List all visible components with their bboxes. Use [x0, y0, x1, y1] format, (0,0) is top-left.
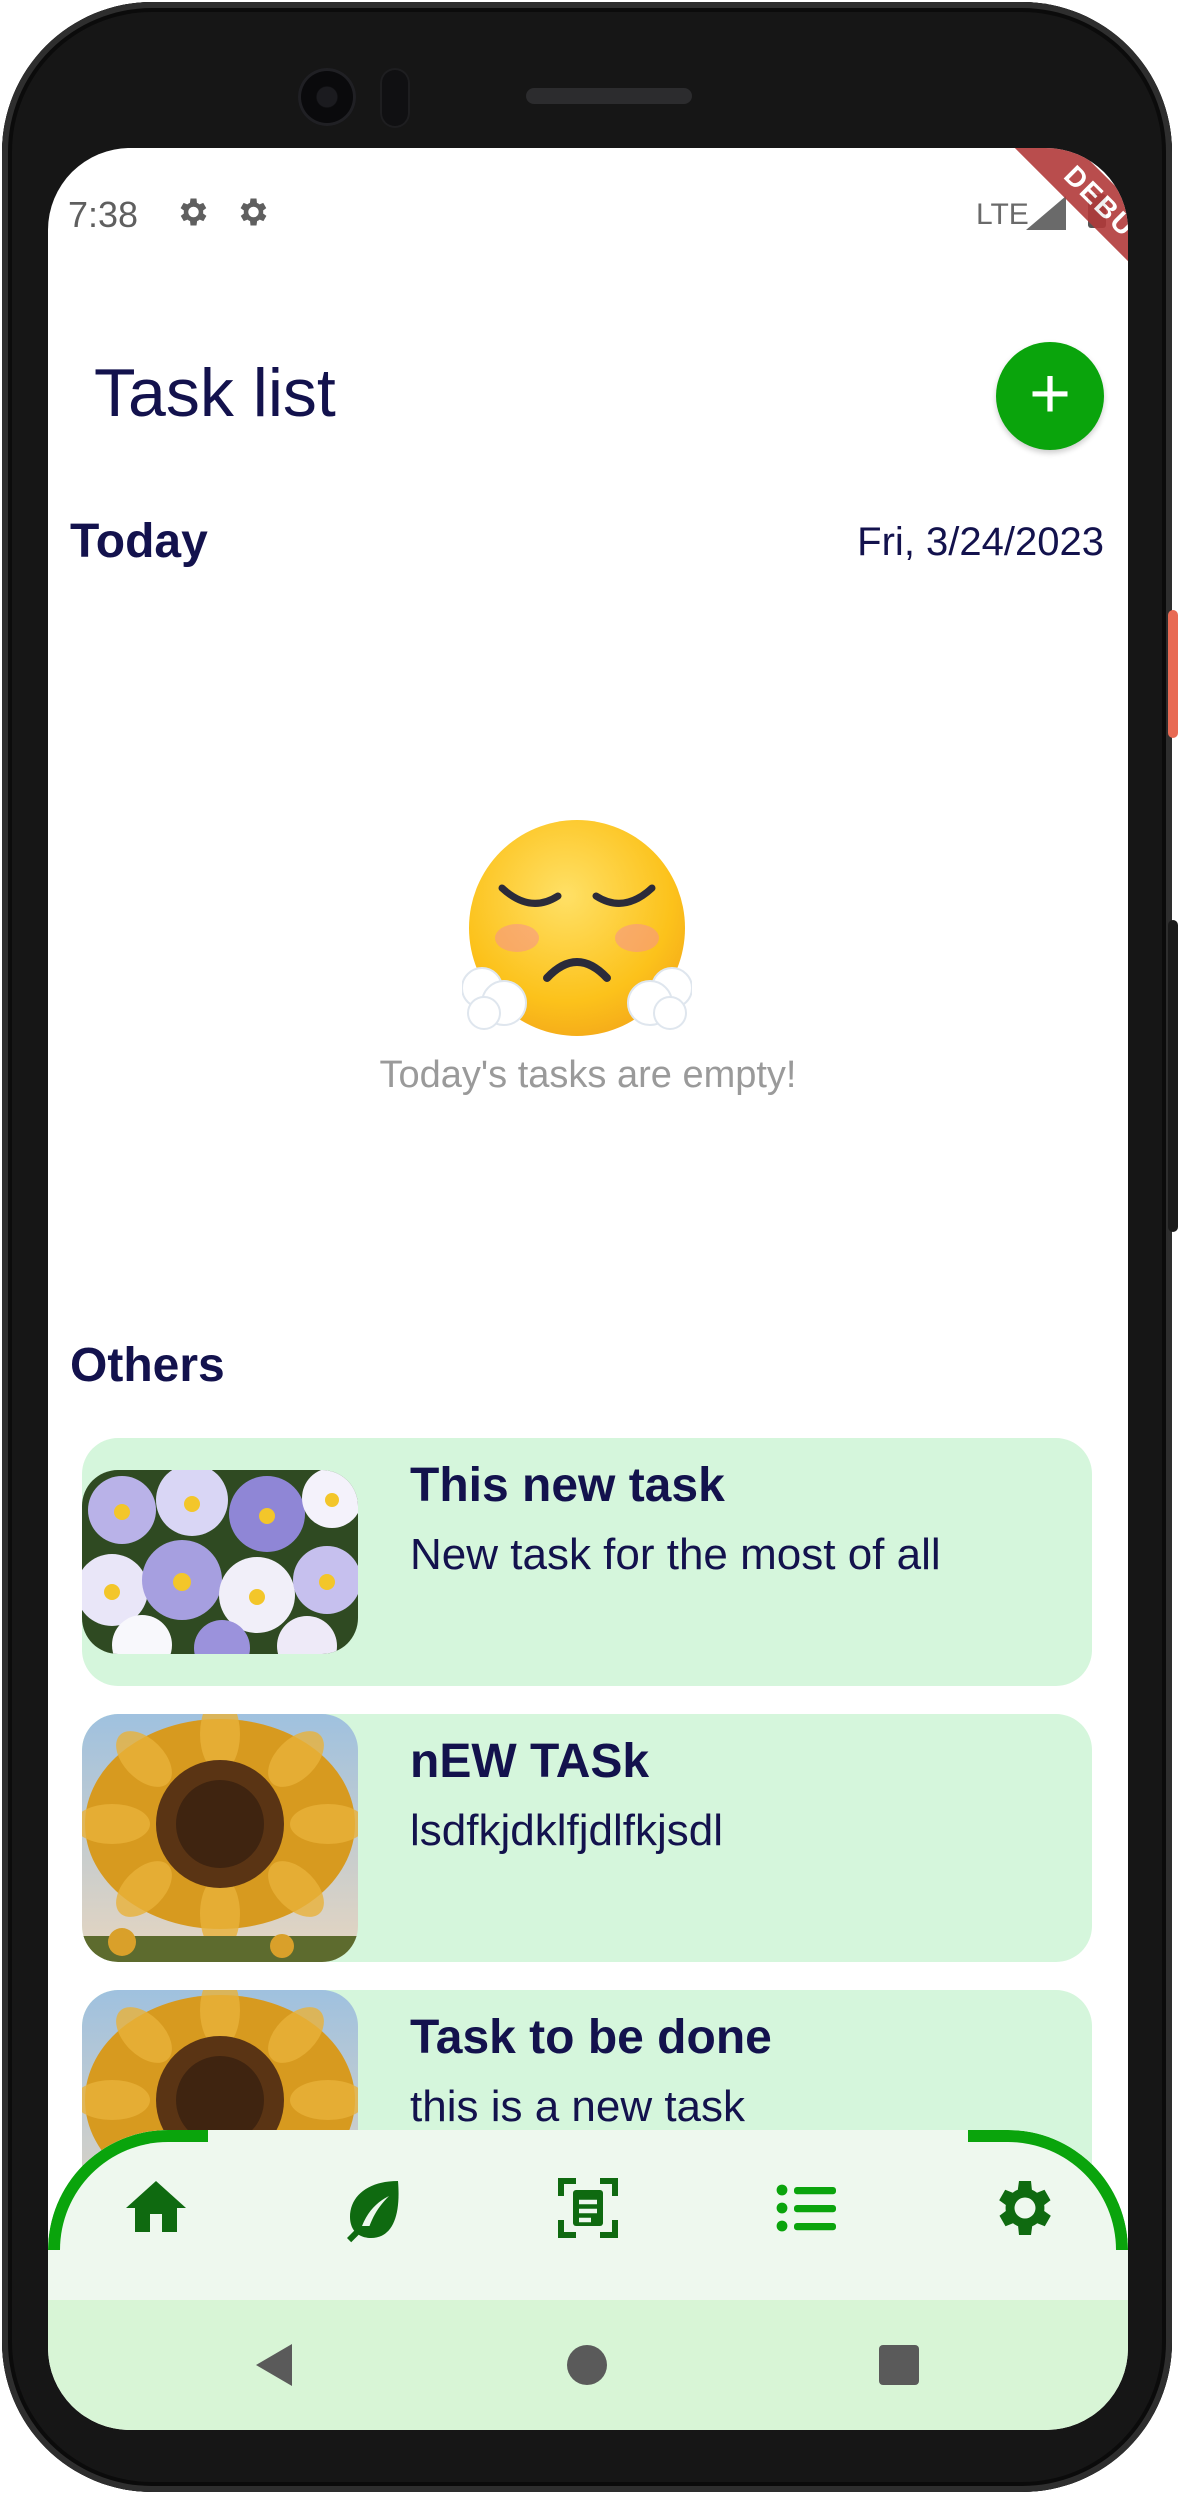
- home-button-icon[interactable]: [566, 2344, 608, 2386]
- proximity-sensor: [380, 68, 410, 128]
- system-navigation-bar: [48, 2300, 1128, 2430]
- gear-icon: [240, 198, 267, 226]
- back-icon[interactable]: [252, 2342, 296, 2388]
- add-task-button[interactable]: +: [996, 342, 1104, 450]
- page-title: Task list: [94, 355, 336, 431]
- earpiece-speaker: [526, 88, 692, 104]
- task-description: New task for the most of all: [410, 1530, 941, 1579]
- list-icon[interactable]: [770, 2172, 842, 2244]
- task-title: nEW TASk: [410, 1735, 650, 1788]
- today-date: Fri, 3/24/2023: [857, 520, 1104, 564]
- pansies-image: [82, 1470, 358, 1654]
- scan-document-icon[interactable]: [552, 2172, 624, 2244]
- front-camera: [298, 68, 356, 126]
- task-title: Task to be done: [410, 2011, 772, 2064]
- bottom-navigation: [48, 2130, 1128, 2300]
- task-description: lsdfkjdklfjdlfkjsdl: [410, 1806, 723, 1855]
- sunflower-image: [82, 1714, 358, 1962]
- phone-frame: 7:38 LTE DEBUG Task list + Today Fri, 3/…: [2, 2, 1178, 2492]
- power-button: [1168, 610, 1178, 738]
- status-time: 7:38: [68, 194, 139, 235]
- gear-icon: [180, 198, 207, 226]
- home-icon[interactable]: [120, 2172, 192, 2244]
- settings-icon[interactable]: [986, 2172, 1058, 2244]
- task-card[interactable]: nEW TASk lsdfkjdklfjdlfkjsdl: [82, 1714, 1092, 1962]
- leaf-icon[interactable]: [338, 2172, 410, 2244]
- others-heading: Others: [70, 1339, 225, 1392]
- task-description: this is a new task: [410, 2082, 746, 2131]
- empty-state-message: Today's tasks are empty!: [379, 1054, 797, 1096]
- face-with-steam-emoji-icon: [462, 820, 692, 1036]
- app-screen: 7:38 LTE DEBUG Task list + Today Fri, 3/…: [48, 148, 1128, 2430]
- today-heading: Today: [70, 515, 208, 568]
- signal-icon: [1026, 196, 1066, 230]
- task-title: This new task: [410, 1459, 725, 1512]
- volume-button: [1168, 920, 1178, 1232]
- network-type: LTE: [976, 198, 1029, 231]
- recents-icon[interactable]: [878, 2344, 920, 2386]
- task-card[interactable]: This new task New task for the most of a…: [82, 1438, 1092, 1686]
